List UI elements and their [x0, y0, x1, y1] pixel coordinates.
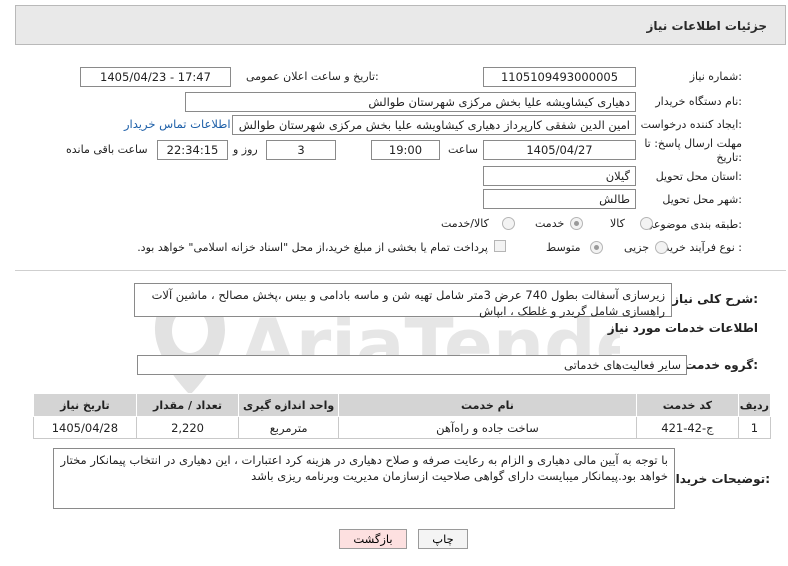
- purchase-radio-medium[interactable]: [590, 241, 603, 254]
- services-table: تاریخ نیاز تعداد / مقدار واحد اندازه گیر…: [33, 393, 772, 439]
- buyer-notes-text: با توجه به آیین مالی دهیاری و الزام به ر…: [53, 448, 675, 509]
- description-text: زیرسازی آسفالت بطول 740 عرض 3متر شامل ته…: [134, 283, 672, 318]
- services-section-title: اطلاعات خدمات مورد نیاز: [607, 321, 758, 335]
- deadline-time-label: ساعت: [448, 143, 478, 156]
- description-label: شرح کلی نیاز:: [672, 292, 758, 306]
- city-field: طالش: [483, 189, 636, 209]
- need-number-label: شماره نیاز:: [689, 70, 742, 83]
- announce-date-label: تاریخ و ساعت اعلان عمومی:: [246, 70, 379, 83]
- col-unit: واحد اندازه گیری: [238, 393, 339, 417]
- purchase-type-label: نوع فرآیند خرید :: [664, 241, 742, 254]
- cell-quantity: 2,220: [135, 416, 240, 439]
- contact-info-link[interactable]: اطلاعات تماس خریدار: [124, 117, 231, 131]
- purchase-option-medium: متوسط: [546, 241, 581, 254]
- table-row: 1405/04/28 2,220 مترمربع ساخت جاده و راه…: [33, 416, 772, 439]
- treasury-payment-checkbox[interactable]: [494, 240, 506, 252]
- province-field: گیلان: [483, 166, 636, 186]
- category-radio-goods[interactable]: [640, 217, 653, 230]
- deadline-time-field: 19:00: [371, 140, 440, 160]
- cell-row-number: 1: [737, 416, 772, 439]
- cell-unit: مترمربع: [238, 416, 339, 439]
- treasury-payment-note: پرداخت تمام یا بخشی از مبلغ خرید،از محل …: [137, 241, 488, 254]
- col-quantity: تعداد / مقدار: [135, 393, 240, 417]
- category-radio-goods-service[interactable]: [502, 217, 515, 230]
- category-option-goods-service: کالا/خدمت: [441, 217, 489, 230]
- remaining-time-label: ساعت باقی مانده: [66, 143, 148, 156]
- announce-date-field: 1405/04/23 - 17:47: [80, 67, 231, 87]
- cell-service-name: ساخت جاده و راه‌آهن: [337, 416, 638, 439]
- col-row-number: ردیف: [737, 393, 772, 417]
- creator-label: ایجاد کننده درخواست:: [640, 118, 742, 131]
- details-panel-header: جزئیات اطلاعات نیاز: [15, 5, 786, 45]
- cell-service-code: ج-42-421: [636, 416, 739, 439]
- service-group-field: سایر فعالیت‌های خدماتی: [137, 355, 687, 375]
- buyer-org-field: دهیاری کیشاویشه علیا بخش مرکزی شهرستان ط…: [185, 92, 636, 112]
- section-divider: [15, 270, 786, 271]
- days-remaining-field: 3: [266, 140, 336, 160]
- col-service-code: کد خدمت: [636, 393, 739, 417]
- col-need-date: تاریخ نیاز: [33, 393, 137, 417]
- col-service-name: نام خدمت: [337, 393, 638, 417]
- need-number-field: 1105109493000005: [483, 67, 636, 87]
- deadline-label: مهلت ارسال پاسخ: تا تاریخ:: [644, 137, 742, 164]
- purchase-radio-minor[interactable]: [655, 241, 668, 254]
- category-label: طبقه بندی موضوعی:: [644, 218, 742, 231]
- days-label: روز و: [233, 143, 258, 156]
- cell-need-date: 1405/04/28: [33, 416, 137, 439]
- category-radio-service[interactable]: [570, 217, 583, 230]
- buyer-notes-label: توضیحات خریدار:: [668, 472, 770, 486]
- category-option-goods: کالا: [610, 217, 625, 230]
- service-group-label: گروه خدمت:: [684, 358, 758, 372]
- back-button[interactable]: بازگشت: [339, 529, 407, 549]
- buyer-org-label: نام دستگاه خریدار:: [655, 95, 742, 108]
- province-label: استان محل تحویل:: [655, 170, 742, 183]
- city-label: شهر محل تحویل:: [662, 193, 742, 206]
- purchase-option-minor: جزیی: [624, 241, 650, 254]
- creator-field: امین الدین شفقی کارپرداز دهیاری کیشاویشه…: [232, 115, 636, 135]
- category-option-service: خدمت: [535, 217, 565, 230]
- deadline-date-field: 1405/04/27: [483, 140, 636, 160]
- services-table-header: تاریخ نیاز تعداد / مقدار واحد اندازه گیر…: [33, 393, 772, 417]
- remaining-time-field: 22:34:15: [157, 140, 228, 160]
- print-button[interactable]: چاپ: [418, 529, 468, 549]
- panel-title: جزئیات اطلاعات نیاز: [646, 19, 767, 33]
